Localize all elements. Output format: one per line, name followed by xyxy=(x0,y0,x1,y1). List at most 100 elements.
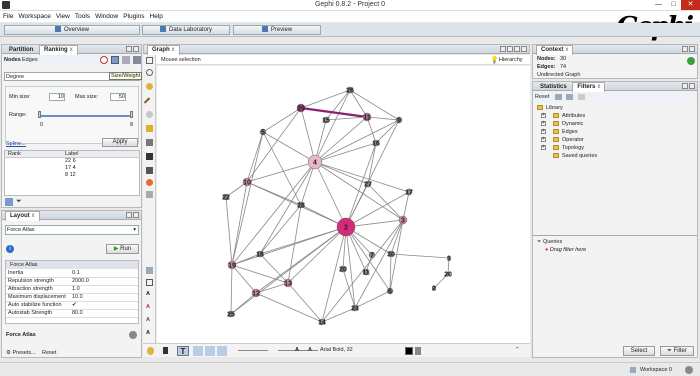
painter-icon[interactable] xyxy=(146,139,153,146)
show-table-icon[interactable] xyxy=(5,198,13,206)
minimize-panel-icon[interactable] xyxy=(682,83,688,89)
rank-column-header[interactable]: Rank xyxy=(5,151,65,157)
data-laboratory-button[interactable]: Data Laboratory xyxy=(142,25,230,35)
minimize-panel-icon[interactable] xyxy=(126,212,132,218)
filter-icon[interactable]: ⏷ xyxy=(16,198,24,206)
graph-canvas[interactable]: 26 29 15 11 9 5 16 4 10 27 17 22 28 3 2 7 30 18 19 20 11 1 20 2… xyxy=(157,66,530,343)
workspace-label[interactable]: Workspace 0 xyxy=(640,367,672,373)
close-button[interactable]: ✕ xyxy=(681,0,700,10)
minimize-panel-icon[interactable] xyxy=(682,46,688,52)
library-node[interactable]: Library xyxy=(535,104,695,112)
tab-statistics[interactable]: Statistics xyxy=(536,83,571,92)
close-icon[interactable]: x xyxy=(597,84,600,90)
splitter[interactable] xyxy=(533,235,697,236)
tab-graph[interactable]: Graph x xyxy=(147,45,180,55)
close-icon[interactable]: x xyxy=(32,213,35,219)
size-weight-icon[interactable] xyxy=(111,56,119,64)
tab-layout[interactable]: Layout x xyxy=(5,211,40,221)
property-value[interactable]: 2000.0 xyxy=(70,277,138,286)
tree-item-attributes[interactable]: + Attributes xyxy=(535,112,695,120)
close-icon[interactable]: x xyxy=(172,47,175,53)
refresh-icon[interactable] xyxy=(555,94,562,100)
apply-button[interactable]: Apply xyxy=(102,138,138,147)
menu-file[interactable]: File xyxy=(3,13,13,20)
shortest-path-icon[interactable] xyxy=(146,167,153,174)
close-icon[interactable]: x xyxy=(565,47,568,53)
font-icon[interactable]: A xyxy=(146,330,150,336)
heat-map-icon[interactable] xyxy=(146,179,153,186)
screenshot-icon[interactable] xyxy=(163,347,168,354)
font-size-icon[interactable]: A xyxy=(295,347,299,353)
presets-button[interactable]: ⚙ Presets... xyxy=(6,350,36,356)
tree-item-dynamic[interactable]: + Dynamic xyxy=(535,120,695,128)
scroll-left-icon[interactable] xyxy=(500,46,506,52)
direct-selection-icon[interactable] xyxy=(146,57,153,64)
edge-weight-slider[interactable] xyxy=(238,350,268,351)
hierarchy-label[interactable]: Hierarchy xyxy=(499,57,523,63)
sizer-icon[interactable] xyxy=(146,125,153,132)
preview-button[interactable]: Preview xyxy=(233,25,321,35)
maximize-panel-icon[interactable] xyxy=(133,212,139,218)
minimize-panel-icon[interactable] xyxy=(126,46,132,52)
node-size-mode-icon[interactable] xyxy=(193,346,203,356)
layout-algorithm-select[interactable]: Force Atlas ▾ xyxy=(5,225,139,235)
tab-context[interactable]: Context x xyxy=(536,45,574,55)
center-icon[interactable] xyxy=(146,279,153,286)
brush-icon[interactable] xyxy=(146,111,153,118)
collapse-icon[interactable] xyxy=(566,94,573,100)
label-size-icon[interactable]: A xyxy=(146,317,150,323)
run-button[interactable]: ▶ Run xyxy=(106,244,139,254)
maximize-panel-icon[interactable] xyxy=(521,46,527,52)
font-selector[interactable]: Arial Bold, 32 xyxy=(320,347,353,353)
filter-button[interactable]: ⏷ Filter xyxy=(660,346,694,356)
settings-icon[interactable] xyxy=(578,94,585,100)
property-row[interactable]: Repulsion strength 2000.0 xyxy=(6,277,138,286)
table-row[interactable]: 17 4 xyxy=(5,165,139,172)
table-row[interactable]: 8 12 xyxy=(5,172,139,179)
table-row[interactable]: 22 6 xyxy=(5,158,139,165)
menu-help[interactable]: Help xyxy=(150,13,163,20)
property-value[interactable]: 80.0 xyxy=(70,309,138,318)
reset-filters-button[interactable]: Reset xyxy=(535,94,549,100)
spline-link[interactable]: Spline... xyxy=(6,141,26,147)
minimize-panel-icon[interactable] xyxy=(514,46,520,52)
maximize-panel-icon[interactable] xyxy=(133,46,139,52)
pencil-node-icon[interactable] xyxy=(146,153,153,160)
rectangle-selection-icon[interactable] xyxy=(146,69,153,76)
info-icon[interactable]: i xyxy=(6,245,14,253)
menu-plugins[interactable]: Plugins xyxy=(123,13,144,20)
close-icon[interactable]: x xyxy=(70,47,73,53)
maximize-panel-icon[interactable] xyxy=(689,83,695,89)
reset-button[interactable]: Reset xyxy=(42,350,56,356)
menu-window[interactable]: Window xyxy=(95,13,118,20)
edge-pencil-icon[interactable] xyxy=(146,191,153,198)
label-color-icon[interactable] xyxy=(122,56,130,64)
property-row[interactable]: Inertia 0.1 xyxy=(6,269,138,278)
expand-icon[interactable]: + xyxy=(541,145,546,150)
font-color-icon[interactable]: A xyxy=(308,347,312,353)
label-color-swatch[interactable] xyxy=(405,347,413,355)
minimize-button[interactable]: — xyxy=(651,0,666,10)
drag-icon[interactable] xyxy=(146,83,153,90)
tab-nodes[interactable]: Nodes xyxy=(4,57,21,63)
expand-icon[interactable]: + xyxy=(541,121,546,126)
lightbulb-icon[interactable] xyxy=(147,347,154,355)
overview-button[interactable]: Overview xyxy=(4,25,140,35)
property-row[interactable]: Autostab Strength 80.0 xyxy=(6,309,138,318)
label-mode-icon[interactable] xyxy=(217,346,227,356)
expand-icon[interactable]: + xyxy=(541,137,546,142)
tab-partition[interactable]: Partition xyxy=(5,46,37,55)
tree-item-operator[interactable]: + Operator xyxy=(535,136,695,144)
zoom-icon[interactable] xyxy=(146,267,153,274)
min-size-input[interactable]: 10 xyxy=(49,93,65,101)
property-value[interactable]: 1.0 xyxy=(70,285,138,294)
max-size-input[interactable]: 50 xyxy=(110,93,126,101)
tab-edges[interactable]: Edges xyxy=(22,57,38,63)
range-max-thumb[interactable] xyxy=(130,111,133,118)
network-graph[interactable]: 262915 11 9516410 27172228327 30181920 111202… xyxy=(157,66,530,343)
maximize-panel-icon[interactable] xyxy=(689,46,695,52)
show-labels-toggle[interactable]: T xyxy=(177,346,189,356)
expand-icon[interactable]: + xyxy=(541,113,546,118)
property-checkbox[interactable]: ✔ xyxy=(70,301,138,310)
range-slider[interactable] xyxy=(40,115,132,117)
